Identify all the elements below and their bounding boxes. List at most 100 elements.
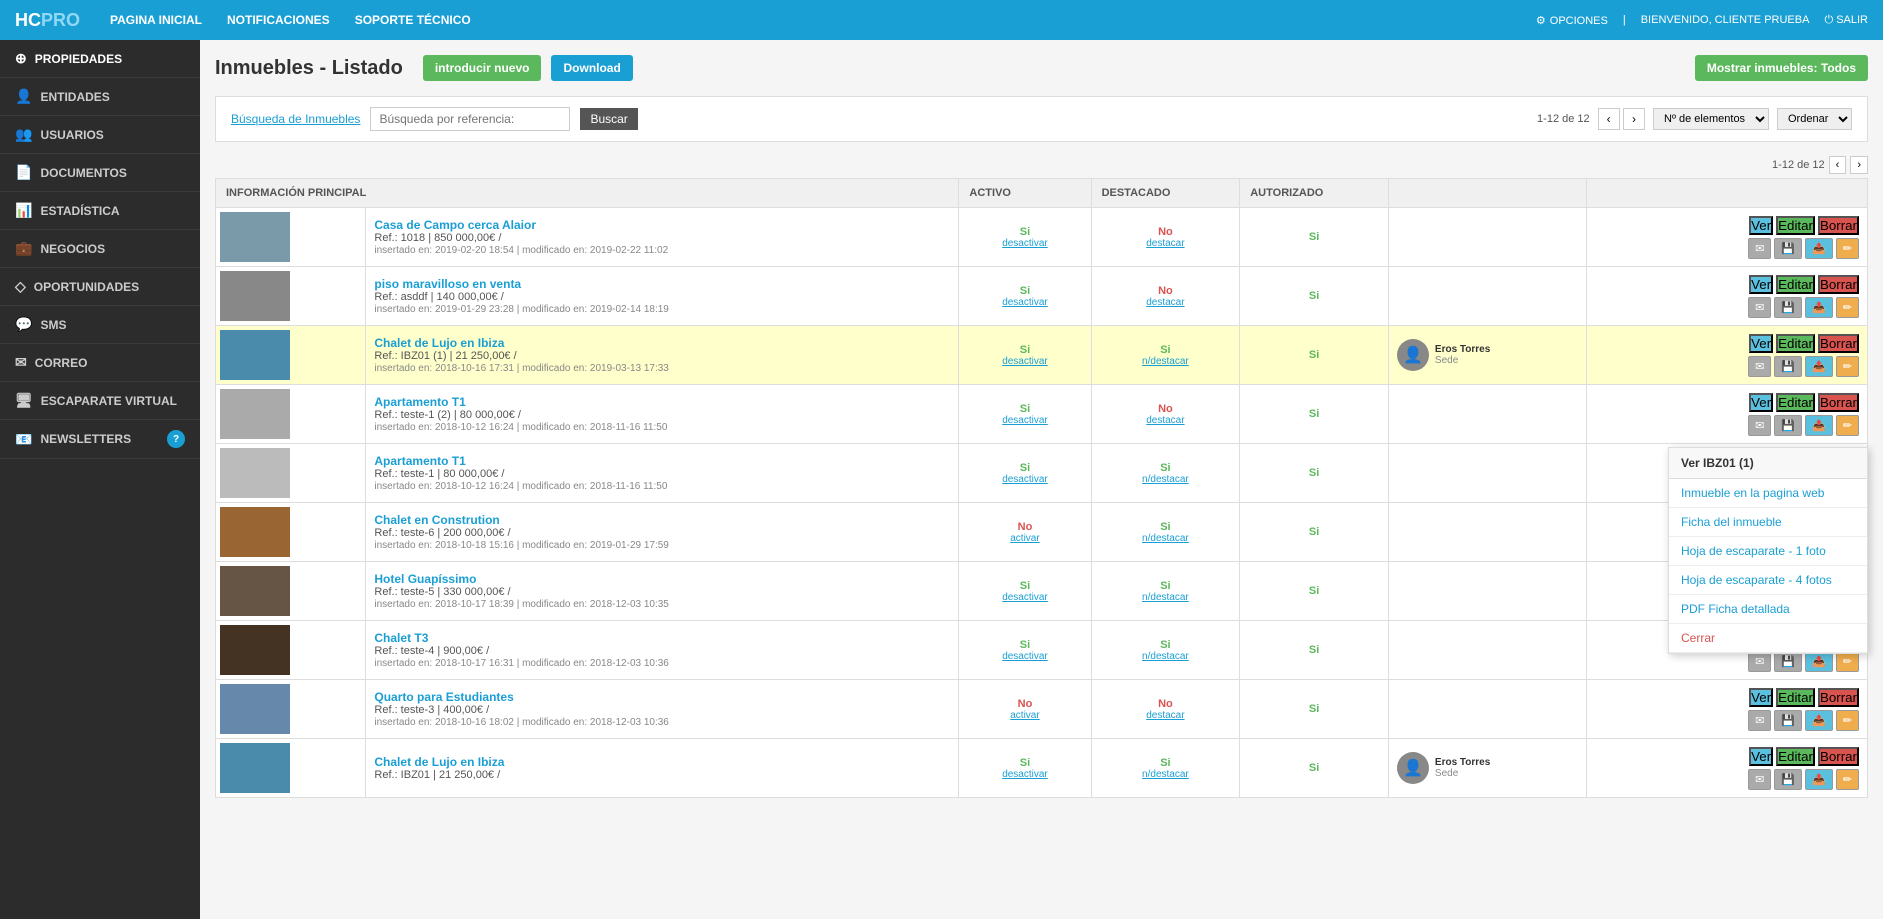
prop-title[interactable]: Apartamento T1 (374, 454, 465, 468)
mostrar-inmuebles-button[interactable]: Mostrar inmuebles: Todos (1695, 55, 1868, 81)
borrar-button[interactable]: Borrar (1818, 275, 1859, 294)
prop-activo-link[interactable]: activar (967, 533, 1082, 544)
edit-icon-button[interactable]: ✏ (1836, 710, 1859, 731)
share-icon-button[interactable]: 📤 (1805, 710, 1833, 731)
prop-destacado-link[interactable]: n/destacar (1100, 356, 1232, 367)
email-icon-button[interactable]: ✉ (1748, 356, 1771, 377)
prop-activo-link[interactable]: desactivar (967, 769, 1082, 780)
sidebar-item-propiedades[interactable]: ⊕ PROPIEDADES (0, 40, 200, 78)
download-button[interactable]: Download (551, 55, 632, 81)
email-icon-button[interactable]: ✉ (1748, 710, 1771, 731)
save-icon-button[interactable]: 💾 (1774, 356, 1802, 377)
nav-pagina-inicial[interactable]: PAGINA INICIAL (110, 13, 202, 27)
prop-destacado-link[interactable]: n/destacar (1100, 533, 1232, 544)
borrar-button[interactable]: Borrar (1818, 334, 1859, 353)
prop-title[interactable]: Casa de Campo cerca Alaior (374, 218, 536, 232)
nav-notificaciones[interactable]: NOTIFICACIONES (227, 13, 330, 27)
email-icon-button[interactable]: ✉ (1748, 415, 1771, 436)
share-icon-button[interactable]: 📤 (1805, 297, 1833, 318)
ver-button[interactable]: Ver (1749, 275, 1773, 294)
sidebar-item-negocios[interactable]: 💼 NEGOCIOS (0, 230, 200, 268)
dropdown-item-pdf[interactable]: PDF Ficha detallada (1669, 595, 1867, 624)
dropdown-item-web[interactable]: Inmueble en la pagina web (1669, 479, 1867, 508)
table-next-button[interactable]: › (1850, 156, 1868, 174)
edit-icon-button[interactable]: ✏ (1836, 356, 1859, 377)
borrar-button[interactable]: Borrar (1818, 747, 1859, 766)
prop-activo-link[interactable]: desactivar (967, 415, 1082, 426)
borrar-button[interactable]: Borrar (1818, 688, 1859, 707)
save-icon-button[interactable]: 💾 (1774, 415, 1802, 436)
salir-button[interactable]: SALIR (1824, 14, 1868, 27)
borrar-button[interactable]: Borrar (1818, 393, 1859, 412)
email-icon-button[interactable]: ✉ (1748, 238, 1771, 259)
nav-soporte[interactable]: SOPORTE TÉCNICO (355, 13, 471, 27)
sidebar-item-estadistica[interactable]: 📊 ESTADÍSTICA (0, 192, 200, 230)
table-prev-button[interactable]: ‹ (1829, 156, 1847, 174)
save-icon-button[interactable]: 💾 (1774, 710, 1802, 731)
editar-button[interactable]: Editar (1776, 334, 1815, 353)
prop-title[interactable]: Apartamento T1 (374, 395, 465, 409)
ver-button[interactable]: Ver (1749, 747, 1773, 766)
buscar-button[interactable]: Buscar (580, 108, 637, 130)
sidebar-item-newsletters[interactable]: 📧 NEWSLETTERS ? (0, 420, 200, 459)
sidebar-item-entidades[interactable]: 👤 ENTIDADES (0, 78, 200, 116)
prop-title[interactable]: Hotel Guapíssimo (374, 572, 476, 586)
prop-destacado-link[interactable]: destacar (1100, 238, 1232, 249)
dropdown-item-hoja1foto[interactable]: Hoja de escaparate - 1 foto (1669, 537, 1867, 566)
editar-button[interactable]: Editar (1776, 216, 1815, 235)
prop-title[interactable]: piso maravilloso en venta (374, 277, 521, 291)
prop-destacado-link[interactable]: n/destacar (1100, 474, 1232, 485)
save-icon-button[interactable]: 💾 (1774, 769, 1802, 790)
editar-button[interactable]: Editar (1776, 747, 1815, 766)
prop-destacado-link[interactable]: n/destacar (1100, 592, 1232, 603)
prop-title[interactable]: Chalet de Lujo en Ibiza (374, 755, 504, 769)
search-input[interactable] (370, 107, 570, 131)
borrar-button[interactable]: Borrar (1818, 216, 1859, 235)
editar-button[interactable]: Editar (1776, 393, 1815, 412)
share-icon-button[interactable]: 📤 (1805, 415, 1833, 436)
elementos-select[interactable]: Nº de elementos (1653, 108, 1769, 130)
save-icon-button[interactable]: 💾 (1774, 238, 1802, 259)
ver-button[interactable]: Ver (1749, 216, 1773, 235)
options-label[interactable]: OPCIONES (1536, 14, 1608, 27)
prop-title[interactable]: Chalet en Constrution (374, 513, 499, 527)
share-icon-button[interactable]: 📤 (1805, 769, 1833, 790)
save-icon-button[interactable]: 💾 (1774, 297, 1802, 318)
dropdown-item-cerrar[interactable]: Cerrar (1669, 624, 1867, 653)
prop-activo-link[interactable]: desactivar (967, 474, 1082, 485)
prop-title[interactable]: Chalet de Lujo en Ibiza (374, 336, 504, 350)
prev-page-button[interactable]: ‹ (1598, 108, 1620, 130)
editar-button[interactable]: Editar (1776, 688, 1815, 707)
sidebar-item-oportunidades[interactable]: ◇ OPORTUNIDADES (0, 268, 200, 306)
prop-destacado-link[interactable]: n/destacar (1100, 651, 1232, 662)
ordenar-select[interactable]: Ordenar (1777, 108, 1852, 130)
next-page-button[interactable]: › (1623, 108, 1645, 130)
edit-icon-button[interactable]: ✏ (1836, 238, 1859, 259)
email-icon-button[interactable]: ✉ (1748, 769, 1771, 790)
share-icon-button[interactable]: 📤 (1805, 356, 1833, 377)
sidebar-item-usuarios[interactable]: 👥 USUARIOS (0, 116, 200, 154)
prop-destacado-link[interactable]: destacar (1100, 710, 1232, 721)
sidebar-item-documentos[interactable]: 📄 DOCUMENTOS (0, 154, 200, 192)
ver-button[interactable]: Ver (1749, 334, 1773, 353)
prop-destacado-link[interactable]: n/destacar (1100, 769, 1232, 780)
sidebar-item-correo[interactable]: ✉ CORREO (0, 344, 200, 382)
dropdown-item-ficha[interactable]: Ficha del inmueble (1669, 508, 1867, 537)
edit-icon-button[interactable]: ✏ (1836, 415, 1859, 436)
prop-title[interactable]: Quarto para Estudiantes (374, 690, 513, 704)
prop-activo-link[interactable]: desactivar (967, 356, 1082, 367)
sidebar-item-sms[interactable]: 💬 SMS (0, 306, 200, 344)
ver-button[interactable]: Ver (1749, 393, 1773, 412)
sidebar-item-escaparate[interactable]: 🖥 ESCAPARATE VIRTUAL (0, 382, 200, 420)
edit-icon-button[interactable]: ✏ (1836, 769, 1859, 790)
email-icon-button[interactable]: ✉ (1748, 297, 1771, 318)
prop-activo-link[interactable]: desactivar (967, 592, 1082, 603)
introducir-nuevo-button[interactable]: introducir nuevo (423, 55, 542, 81)
busqueda-inmuebles-link[interactable]: Búsqueda de Inmuebles (231, 112, 360, 126)
prop-activo-link[interactable]: desactivar (967, 238, 1082, 249)
prop-activo-link[interactable]: activar (967, 710, 1082, 721)
ver-button[interactable]: Ver (1749, 688, 1773, 707)
prop-activo-link[interactable]: desactivar (967, 651, 1082, 662)
dropdown-item-hoja4fotos[interactable]: Hoja de escaparate - 4 fotos (1669, 566, 1867, 595)
edit-icon-button[interactable]: ✏ (1836, 297, 1859, 318)
